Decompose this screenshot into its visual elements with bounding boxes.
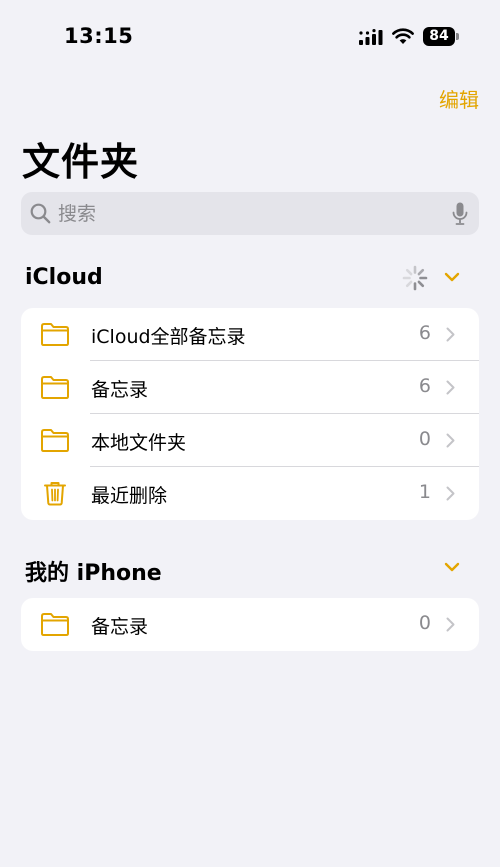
iphone-folder-list: 备忘录 0: [21, 598, 479, 651]
folder-count: 0: [418, 428, 431, 450]
folder-count: 6: [418, 322, 431, 344]
folder-count: 6: [418, 375, 431, 397]
folder-icon: [41, 613, 69, 636]
search-input[interactable]: [58, 192, 438, 235]
folder-label: iCloud全部备忘录: [91, 326, 246, 348]
folder-label: 本地文件夹: [91, 432, 187, 454]
search-bar[interactable]: [21, 192, 479, 235]
search-icon: [30, 203, 51, 224]
list-item[interactable]: 本地文件夹 0: [21, 414, 479, 467]
icloud-folder-list: iCloud全部备忘录 6 备忘录 6 本地文件夹 0 最近删除 1: [21, 308, 479, 520]
folder-count: 0: [418, 612, 431, 634]
folder-icon: [41, 323, 69, 346]
battery-icon: 84: [423, 27, 459, 46]
status-time: 13:15: [64, 24, 134, 48]
section-title-icloud: iCloud: [25, 265, 103, 290]
folder-icon: [41, 376, 69, 399]
collapse-iphone-chevron-down-icon[interactable]: [444, 561, 460, 573]
wifi-icon: [392, 28, 414, 44]
folder-label: 备忘录: [91, 379, 149, 401]
microphone-icon[interactable]: [452, 202, 468, 226]
battery-tip: [456, 33, 459, 40]
list-item[interactable]: 备忘录 0: [21, 598, 479, 651]
folder-label: 最近删除: [91, 485, 168, 507]
sync-spinner-icon: [402, 265, 428, 291]
chevron-right-icon: [446, 327, 455, 342]
list-item[interactable]: 备忘录 6: [21, 361, 479, 414]
page-title: 文件夹: [22, 140, 140, 184]
trash-icon: [44, 482, 66, 506]
cellular-signal-icon: [359, 29, 383, 45]
chevron-right-icon: [446, 486, 455, 501]
folder-count: 1: [418, 481, 431, 503]
edit-button[interactable]: 编辑: [439, 84, 479, 113]
chevron-right-icon: [446, 433, 455, 448]
section-header-iphone: 我的 iPhone: [25, 551, 480, 587]
folder-icon: [41, 429, 69, 452]
collapse-icloud-chevron-down-icon[interactable]: [444, 271, 460, 283]
list-item[interactable]: 最近删除 1: [21, 467, 479, 520]
notes-folders-screen: 13:15 84 编辑 文件夹 搜索 iCloud iCloud全部备忘录 6 …: [0, 0, 500, 867]
folder-label: 备忘录: [91, 616, 149, 638]
section-title-iphone: 我的 iPhone: [25, 561, 162, 586]
list-item[interactable]: iCloud全部备忘录 6: [21, 308, 479, 361]
status-bar: 13:15 84: [0, 0, 500, 72]
battery-level: 84: [423, 27, 455, 46]
chevron-right-icon: [446, 617, 455, 632]
section-header-icloud: iCloud: [25, 261, 480, 297]
chevron-right-icon: [446, 380, 455, 395]
